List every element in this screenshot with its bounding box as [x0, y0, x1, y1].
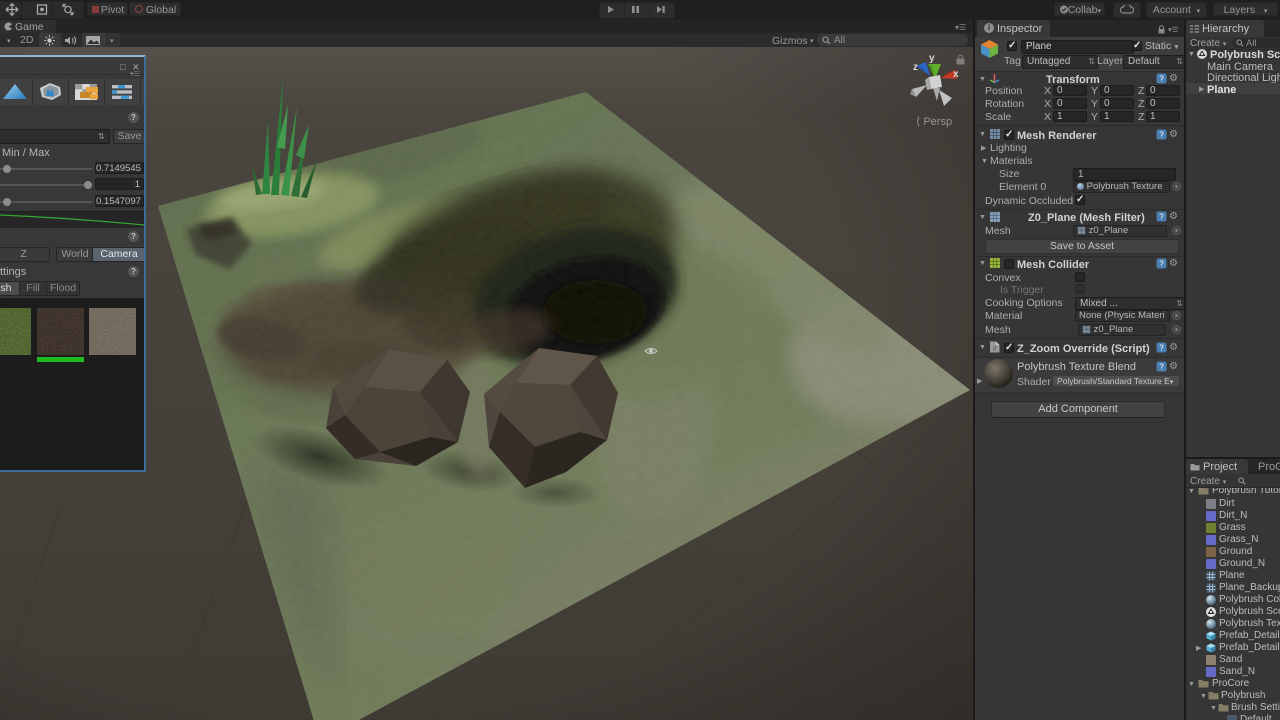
- svg-text:x: x: [953, 69, 959, 80]
- svg-text:y: y: [929, 53, 935, 64]
- svg-text:?: ?: [1159, 75, 1164, 84]
- svg-text:?: ?: [1159, 131, 1164, 140]
- svg-text:?: ?: [1159, 260, 1164, 269]
- svg-text:?: ?: [1159, 213, 1164, 222]
- svg-text:⟨ Persp: ⟨ Persp: [916, 116, 952, 128]
- svg-text:?: ?: [1159, 363, 1164, 372]
- svg-text:z: z: [913, 62, 918, 73]
- svg-text:?: ?: [1159, 344, 1164, 353]
